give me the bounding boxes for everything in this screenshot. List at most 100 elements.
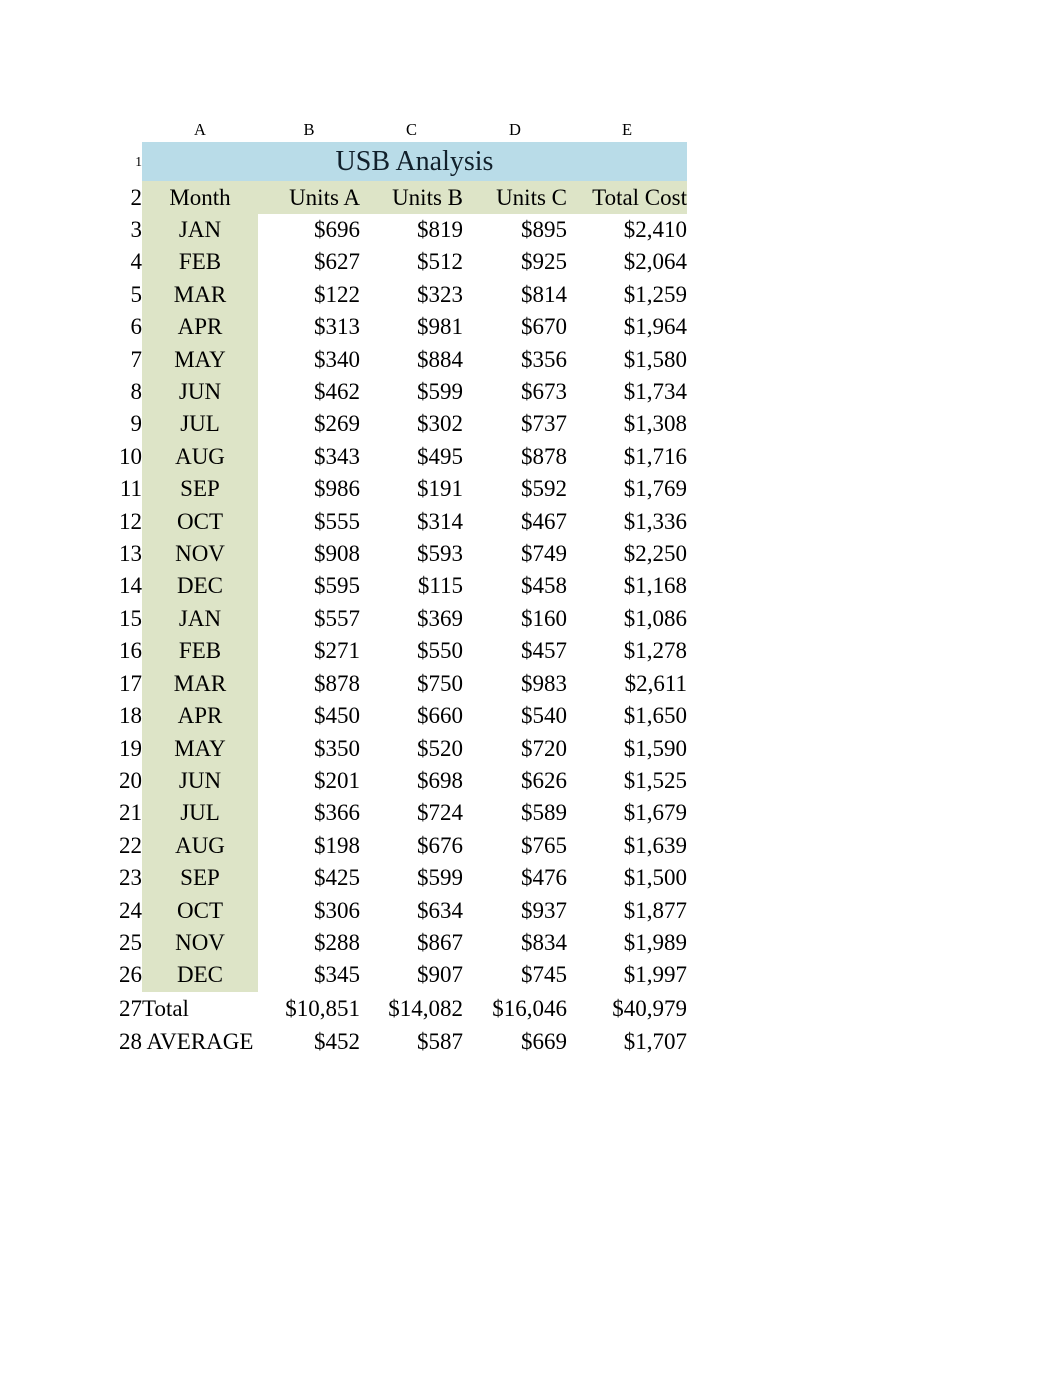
cell-units-a[interactable]: $198 [258,829,360,863]
cell-units-b[interactable]: $698 [360,764,463,798]
cell-units-c[interactable]: $626 [463,764,567,798]
cell-total-cost[interactable]: $1,679 [567,797,687,830]
row-header-12[interactable]: 12 [83,505,142,539]
cell-month[interactable]: SEP [142,473,258,506]
cell-month[interactable]: NOV [142,538,258,571]
cell-units-b[interactable]: $369 [360,602,463,636]
cell-total-cost[interactable]: $1,308 [567,408,687,441]
cell-units-c[interactable]: $673 [463,376,567,409]
cell-units-b[interactable]: $884 [360,343,463,377]
cell-average-units-b[interactable]: $587 [360,1024,463,1058]
cell-month[interactable]: DEC [142,570,258,603]
cell-month[interactable]: APR [142,311,258,344]
cell-units-b[interactable]: $323 [360,278,463,312]
cell-units-c[interactable]: $737 [463,408,567,441]
cell-total-cost[interactable]: $1,769 [567,473,687,506]
cell-units-b[interactable]: $302 [360,408,463,441]
cell-total-cost[interactable]: $1,525 [567,764,687,798]
cell-total-cost[interactable]: $1,278 [567,635,687,668]
column-header-d[interactable]: D [463,118,567,142]
cell-total-cost[interactable]: $1,877 [567,894,687,927]
cell-units-b[interactable]: $593 [360,538,463,571]
cell-units-c[interactable]: $765 [463,829,567,863]
cell-month[interactable]: NOV [142,926,258,960]
row-header-20[interactable]: 20 [83,764,142,798]
cell-total-cost[interactable]: $2,250 [567,538,687,571]
row-header-24[interactable]: 24 [83,894,142,927]
cell-month[interactable]: MAY [142,343,258,377]
cell-month[interactable]: JUL [142,408,258,441]
row-header-19[interactable]: 19 [83,732,142,765]
cell-month[interactable]: MAR [142,667,258,701]
cell-units-c[interactable]: $160 [463,602,567,636]
cell-units-c[interactable]: $749 [463,538,567,571]
cell-units-a[interactable]: $878 [258,667,360,701]
cell-units-c[interactable]: $592 [463,473,567,506]
cell-month[interactable]: MAR [142,278,258,312]
cell-month[interactable]: DEC [142,959,258,992]
cell-average-units-a[interactable]: $452 [258,1024,360,1058]
cell-total-cost[interactable]: $1,997 [567,959,687,992]
row-header-13[interactable]: 13 [83,538,142,571]
cell-total-cost[interactable]: $1,086 [567,602,687,636]
cell-month[interactable]: JAN [142,214,258,247]
row-header-26[interactable]: 26 [83,959,142,992]
cell-total-cost[interactable]: $1,500 [567,862,687,895]
cell-units-a[interactable]: $313 [258,311,360,344]
cell-total-cost[interactable]: $1,639 [567,829,687,863]
column-header-a[interactable]: A [142,118,258,142]
cell-units-a[interactable]: $288 [258,926,360,960]
sheet-title[interactable]: USB Analysis [142,142,687,181]
cell-total-total-cost[interactable]: $40,979 [567,991,687,1025]
cell-units-a[interactable]: $425 [258,862,360,895]
cell-month[interactable]: APR [142,700,258,733]
header-units-a[interactable]: Units A [258,181,360,214]
cell-units-b[interactable]: $907 [360,959,463,992]
row-header-6[interactable]: 6 [83,311,142,344]
cell-units-b[interactable]: $191 [360,473,463,506]
row-header-9[interactable]: 9 [83,408,142,441]
cell-month[interactable]: OCT [142,505,258,539]
cell-units-c[interactable]: $937 [463,894,567,927]
cell-month[interactable]: FEB [142,246,258,279]
row-header-22[interactable]: 22 [83,829,142,863]
cell-total-cost[interactable]: $1,716 [567,440,687,474]
row-header-15[interactable]: 15 [83,602,142,636]
row-header-14[interactable]: 14 [83,570,142,603]
cell-units-b[interactable]: $750 [360,667,463,701]
cell-units-c[interactable]: $670 [463,311,567,344]
header-total-cost[interactable]: Total Cost [567,181,687,214]
cell-units-a[interactable]: $450 [258,700,360,733]
row-header-4[interactable]: 4 [83,246,142,279]
row-header-2[interactable]: 2 [83,181,142,214]
cell-units-c[interactable]: $878 [463,440,567,474]
row-header-28[interactable]: 28 [83,1024,142,1058]
cell-total-units-a[interactable]: $10,851 [258,991,360,1025]
cell-total-cost[interactable]: $2,611 [567,667,687,701]
row-header-16[interactable]: 16 [83,635,142,668]
column-header-b[interactable]: B [258,118,360,142]
cell-units-a[interactable]: $340 [258,343,360,377]
cell-total-units-b[interactable]: $14,082 [360,991,463,1025]
cell-average-total-cost[interactable]: $1,707 [567,1024,687,1058]
cell-units-b[interactable]: $634 [360,894,463,927]
cell-total-cost[interactable]: $1,650 [567,700,687,733]
cell-units-b[interactable]: $867 [360,926,463,960]
cell-units-a[interactable]: $696 [258,214,360,247]
row-header-5[interactable]: 5 [83,278,142,312]
cell-units-a[interactable]: $555 [258,505,360,539]
row-header-27[interactable]: 27 [83,991,142,1025]
header-units-b[interactable]: Units B [360,181,463,214]
cell-units-c[interactable]: $720 [463,732,567,765]
cell-units-a[interactable]: $271 [258,635,360,668]
cell-total-cost[interactable]: $1,989 [567,926,687,960]
cell-total-cost[interactable]: $1,336 [567,505,687,539]
cell-total-cost[interactable]: $1,168 [567,570,687,603]
cell-units-a[interactable]: $269 [258,408,360,441]
row-header-21[interactable]: 21 [83,797,142,830]
column-header-c[interactable]: C [360,118,463,142]
cell-units-b[interactable]: $512 [360,246,463,279]
cell-units-a[interactable]: $986 [258,473,360,506]
cell-total-cost[interactable]: $1,734 [567,376,687,409]
cell-units-c[interactable]: $540 [463,700,567,733]
